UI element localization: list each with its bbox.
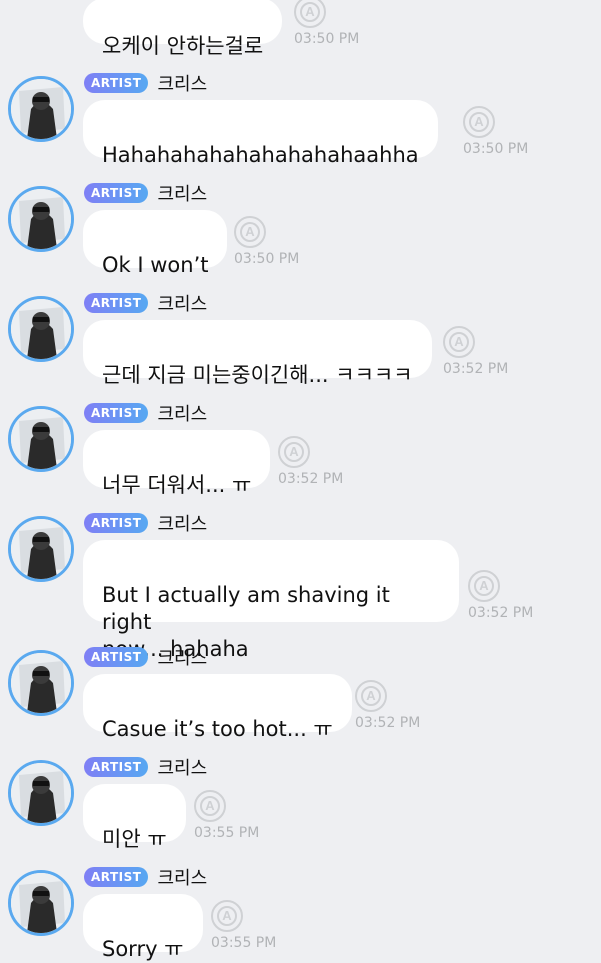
message-row: ARTIST 크리스 Casue it’s too hot... ㅠ A 03:… [0, 644, 601, 754]
artist-a-icon: A [443, 326, 475, 358]
avatar-photo [11, 79, 71, 139]
sender-line: ARTIST 크리스 [84, 70, 207, 96]
artist-badge: ARTIST [84, 513, 149, 533]
artist-badge: ARTIST [84, 183, 149, 203]
message-row: ARTIST 크리스 Hahahahahahahahahahaahha A 03… [0, 70, 601, 180]
message-row: ARTIST 크리스 미안 ㅠ A 03:55 PM [0, 754, 601, 864]
avatar[interactable] [8, 760, 74, 826]
avatar[interactable] [8, 516, 74, 582]
sender-line: ARTIST 크리스 [84, 180, 207, 206]
timestamp: 03:52 PM [278, 471, 344, 487]
sender-line: ARTIST 크리스 [84, 510, 207, 536]
artist-badge: ARTIST [84, 293, 149, 313]
artist-badge: ARTIST [84, 647, 149, 667]
artist-a-icon: A [468, 570, 500, 602]
message-meta: A 03:50 PM [294, 0, 359, 47]
artist-a-icon: A [463, 106, 495, 138]
sender-line: ARTIST 크리스 [84, 754, 207, 780]
timestamp: 03:52 PM [355, 715, 421, 731]
artist-a-icon: A [278, 436, 310, 468]
message-text: Sorry ㅠ [102, 937, 184, 961]
sender-line: ARTIST 크리스 [84, 864, 207, 890]
sender-name[interactable]: 크리스 [157, 400, 207, 426]
avatar[interactable] [8, 76, 74, 142]
artist-a-icon: A [234, 216, 266, 248]
artist-a-icon: A [355, 680, 387, 712]
avatar-photo [11, 763, 71, 823]
artist-a-icon: A [194, 790, 226, 822]
sender-line: ARTIST 크리스 [84, 290, 207, 316]
artist-badge: ARTIST [84, 867, 149, 887]
sender-line: ARTIST 크리스 [84, 644, 207, 670]
timestamp: 03:50 PM [463, 141, 529, 157]
message-bubble[interactable]: 너무 더워서... ㅠ [83, 430, 271, 497]
timestamp: 03:52 PM [443, 361, 509, 377]
timestamp: 03:55 PM [194, 825, 260, 841]
avatar-photo [11, 299, 71, 359]
avatar-photo [11, 409, 71, 469]
avatar-photo [11, 873, 71, 933]
avatar[interactable] [8, 650, 74, 716]
message-meta: A 03:55 PM [194, 790, 259, 841]
message-bubble[interactable]: Hahahahahahahahahahaahha [83, 100, 438, 167]
message-text: Ok I won’t [102, 253, 209, 277]
avatar[interactable] [8, 186, 74, 252]
message-bubble[interactable]: Ok I won’t [83, 210, 228, 277]
message-row: ARTIST 크리스 Ok I won’t A 03:50 PM [0, 180, 601, 290]
artist-a-icon: A [294, 0, 326, 28]
sender-name[interactable]: 크리스 [157, 510, 207, 536]
message-text: 미안 ㅠ [102, 827, 167, 851]
message-text: Casue it’s too hot... ㅠ [102, 717, 333, 741]
message-text: 너무 더워서... ㅠ [102, 473, 252, 497]
timestamp: 03:55 PM [211, 935, 277, 951]
message-bubble[interactable]: Sorry ㅠ [83, 894, 203, 961]
artist-badge: ARTIST [84, 73, 149, 93]
message-meta: A 03:52 PM [355, 680, 420, 731]
sender-name[interactable]: 크리스 [157, 70, 207, 96]
avatar[interactable] [8, 296, 74, 362]
message-meta: A 03:50 PM [234, 216, 299, 267]
avatar-photo [11, 189, 71, 249]
message-row: ARTIST 크리스 근데 지금 미는중이긴해... ㅋㅋㅋㅋ A 03:52 … [0, 290, 601, 400]
message-bubble[interactable]: But I actually am shaving it right now..… [83, 540, 459, 661]
message-text: 오케이 안하는걸로 [102, 34, 264, 58]
sender-line: ARTIST 크리스 [84, 400, 207, 426]
avatar[interactable] [8, 870, 74, 936]
sender-name[interactable]: 크리스 [157, 864, 207, 890]
message-meta: A 03:55 PM [211, 900, 276, 951]
artist-a-icon: A [211, 900, 243, 932]
message-text: Hahahahahahahahahahaahha [102, 143, 419, 167]
message-meta: A 03:52 PM [278, 436, 343, 487]
sender-name[interactable]: 크리스 [157, 180, 207, 206]
message-meta: A 03:50 PM [463, 106, 528, 157]
timestamp: 03:50 PM [294, 31, 360, 47]
artist-badge: ARTIST [84, 757, 149, 777]
artist-badge: ARTIST [84, 403, 149, 423]
avatar-photo [11, 653, 71, 713]
message-bubble[interactable]: Casue it’s too hot... ㅠ [83, 674, 352, 741]
timestamp: 03:52 PM [468, 605, 534, 621]
message-row: ARTIST 크리스 But I actually am shaving it … [0, 510, 601, 661]
sender-name[interactable]: 크리스 [157, 644, 207, 670]
sender-name[interactable]: 크리스 [157, 290, 207, 316]
message-bubble[interactable]: 근데 지금 미는중이긴해... ㅋㅋㅋㅋ [83, 320, 432, 387]
message-bubble[interactable]: 미안 ㅠ [83, 784, 186, 851]
message-row: ARTIST 크리스 너무 더워서... ㅠ A 03:52 PM [0, 400, 601, 510]
avatar[interactable] [8, 406, 74, 472]
avatar-photo [11, 519, 71, 579]
sender-name[interactable]: 크리스 [157, 754, 207, 780]
timestamp: 03:50 PM [234, 251, 300, 267]
message-row: ARTIST 크리스 Sorry ㅠ A 03:55 PM [0, 864, 601, 961]
message-meta: A 03:52 PM [468, 570, 533, 621]
message-meta: A 03:52 PM [443, 326, 508, 377]
message-row: 오케이 안하는걸로 A 03:50 PM [0, 0, 601, 58]
message-text: 근데 지금 미는중이긴해... ㅋㅋㅋㅋ [102, 363, 413, 387]
message-bubble[interactable]: 오케이 안하는걸로 [83, 0, 283, 58]
